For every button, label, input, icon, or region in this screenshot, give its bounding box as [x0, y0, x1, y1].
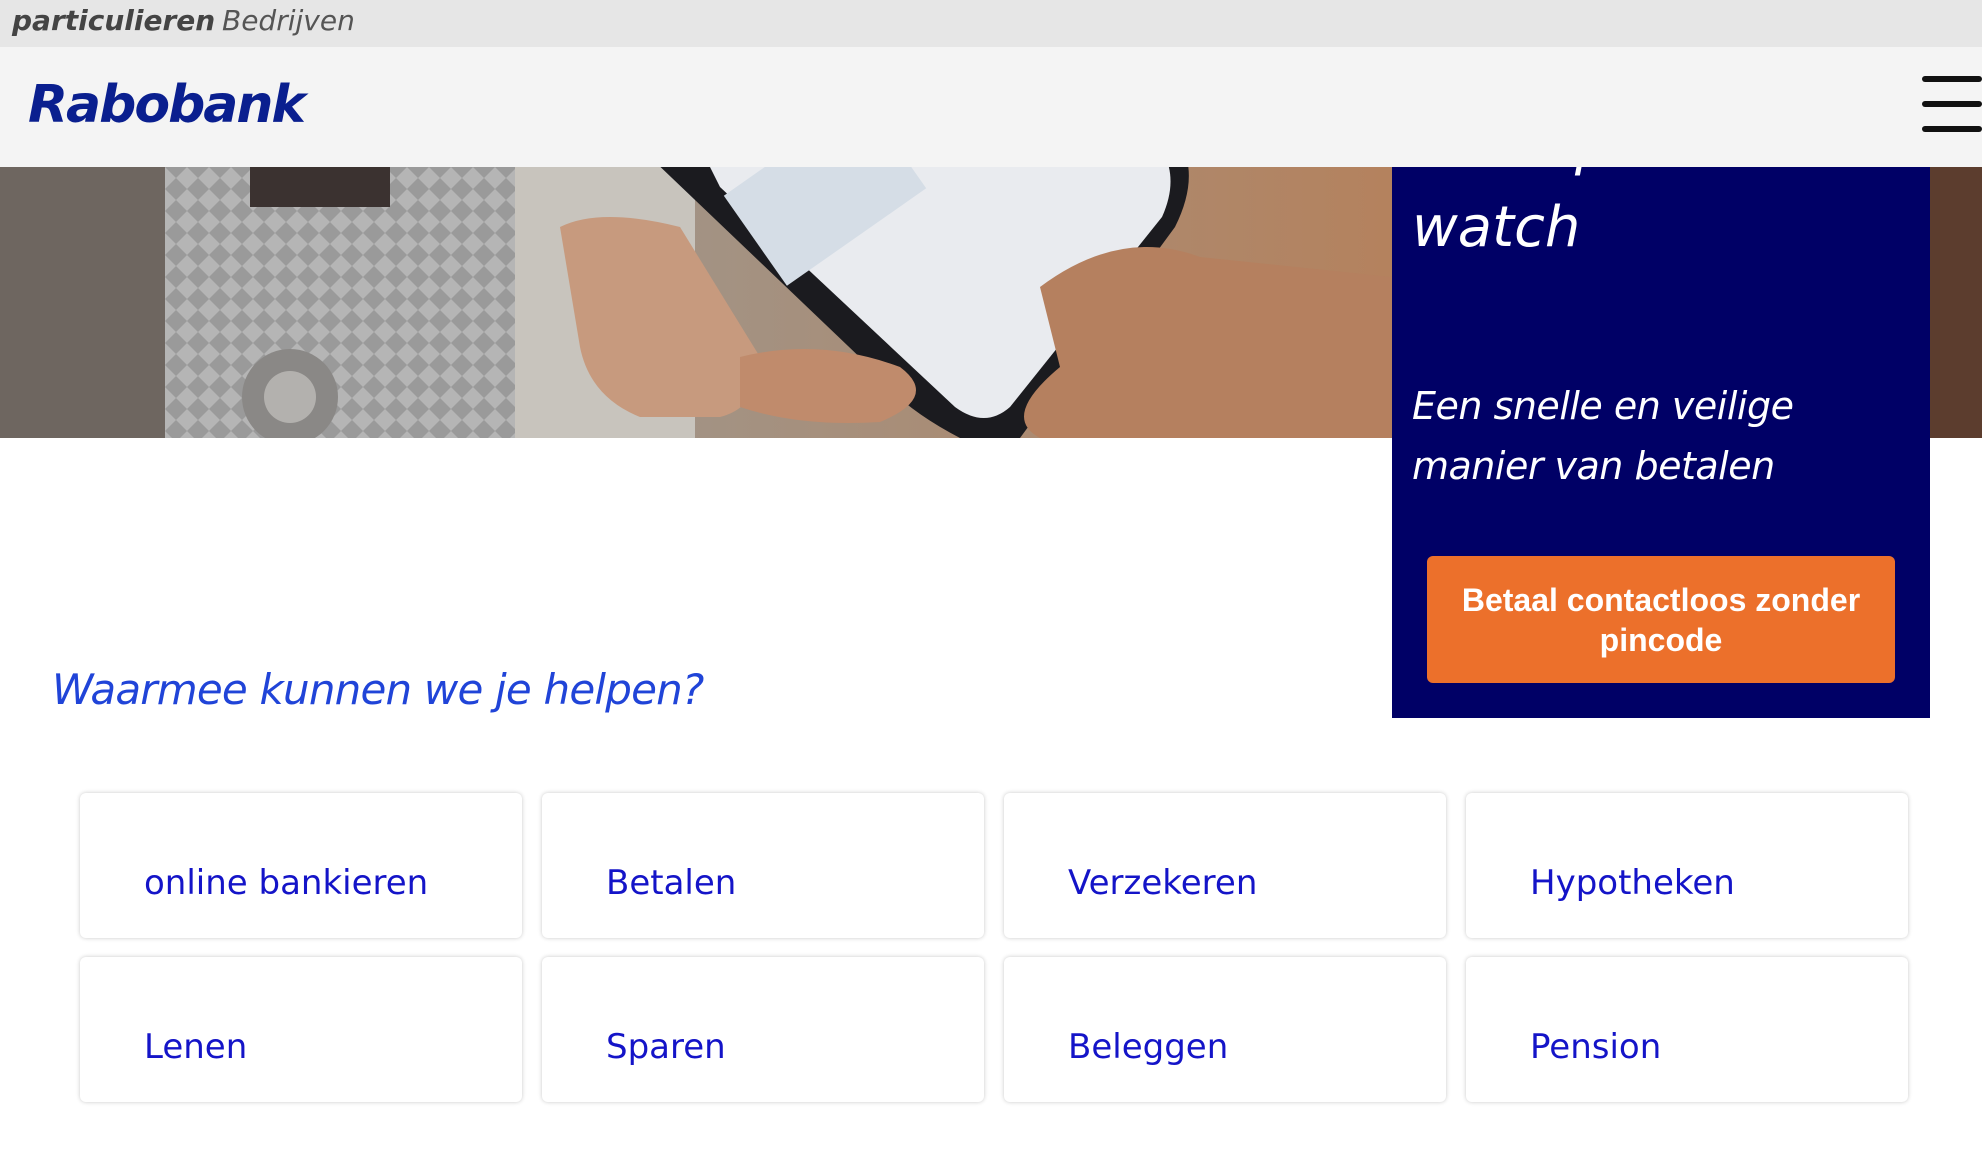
- tile-label: Hypotheken: [1530, 863, 1735, 903]
- tile-sparen[interactable]: Sparen: [542, 957, 984, 1102]
- help-heading: Waarmee kunnen we je helpen?: [52, 665, 704, 714]
- tile-online-bankieren[interactable]: online bankieren: [80, 793, 522, 938]
- tile-label: Lenen: [144, 1027, 248, 1067]
- segment-bar: particulieren Bedrijven: [0, 0, 1982, 47]
- tile-label: Beleggen: [1068, 1027, 1229, 1067]
- promo-subtitle: Een snelle en veilige manier van betalen: [1412, 384, 1794, 488]
- site-header: Rabobank: [0, 47, 1982, 167]
- tile-betalen[interactable]: Betalen: [542, 793, 984, 938]
- tile-label: Pension: [1530, 1027, 1662, 1067]
- promo-panel: smartphone of - watch Een snelle en veil…: [1392, 113, 1930, 718]
- tile-label: online bankieren: [144, 863, 429, 903]
- hamburger-menu-icon[interactable]: [1918, 76, 1982, 132]
- tile-hypotheken[interactable]: Hypotheken: [1466, 793, 1908, 938]
- tile-label: Sparen: [606, 1027, 726, 1067]
- rabobank-logo[interactable]: Rabobank: [28, 75, 306, 135]
- tile-beleggen[interactable]: Beleggen: [1004, 957, 1446, 1102]
- promo-title-line2: watch: [1412, 195, 1581, 260]
- tile-verzekeren[interactable]: Verzekeren: [1004, 793, 1446, 938]
- tile-label: Verzekeren: [1068, 863, 1258, 903]
- segment-particulieren-link[interactable]: particulieren: [12, 4, 215, 37]
- tile-lenen[interactable]: Lenen: [80, 957, 522, 1102]
- tile-pension[interactable]: Pension: [1466, 957, 1908, 1102]
- tile-label: Betalen: [606, 863, 737, 903]
- segment-bedrijven-link[interactable]: Bedrijven: [222, 4, 355, 37]
- pay-contactless-button[interactable]: Betaal contactloos zonder pincode: [1427, 556, 1895, 683]
